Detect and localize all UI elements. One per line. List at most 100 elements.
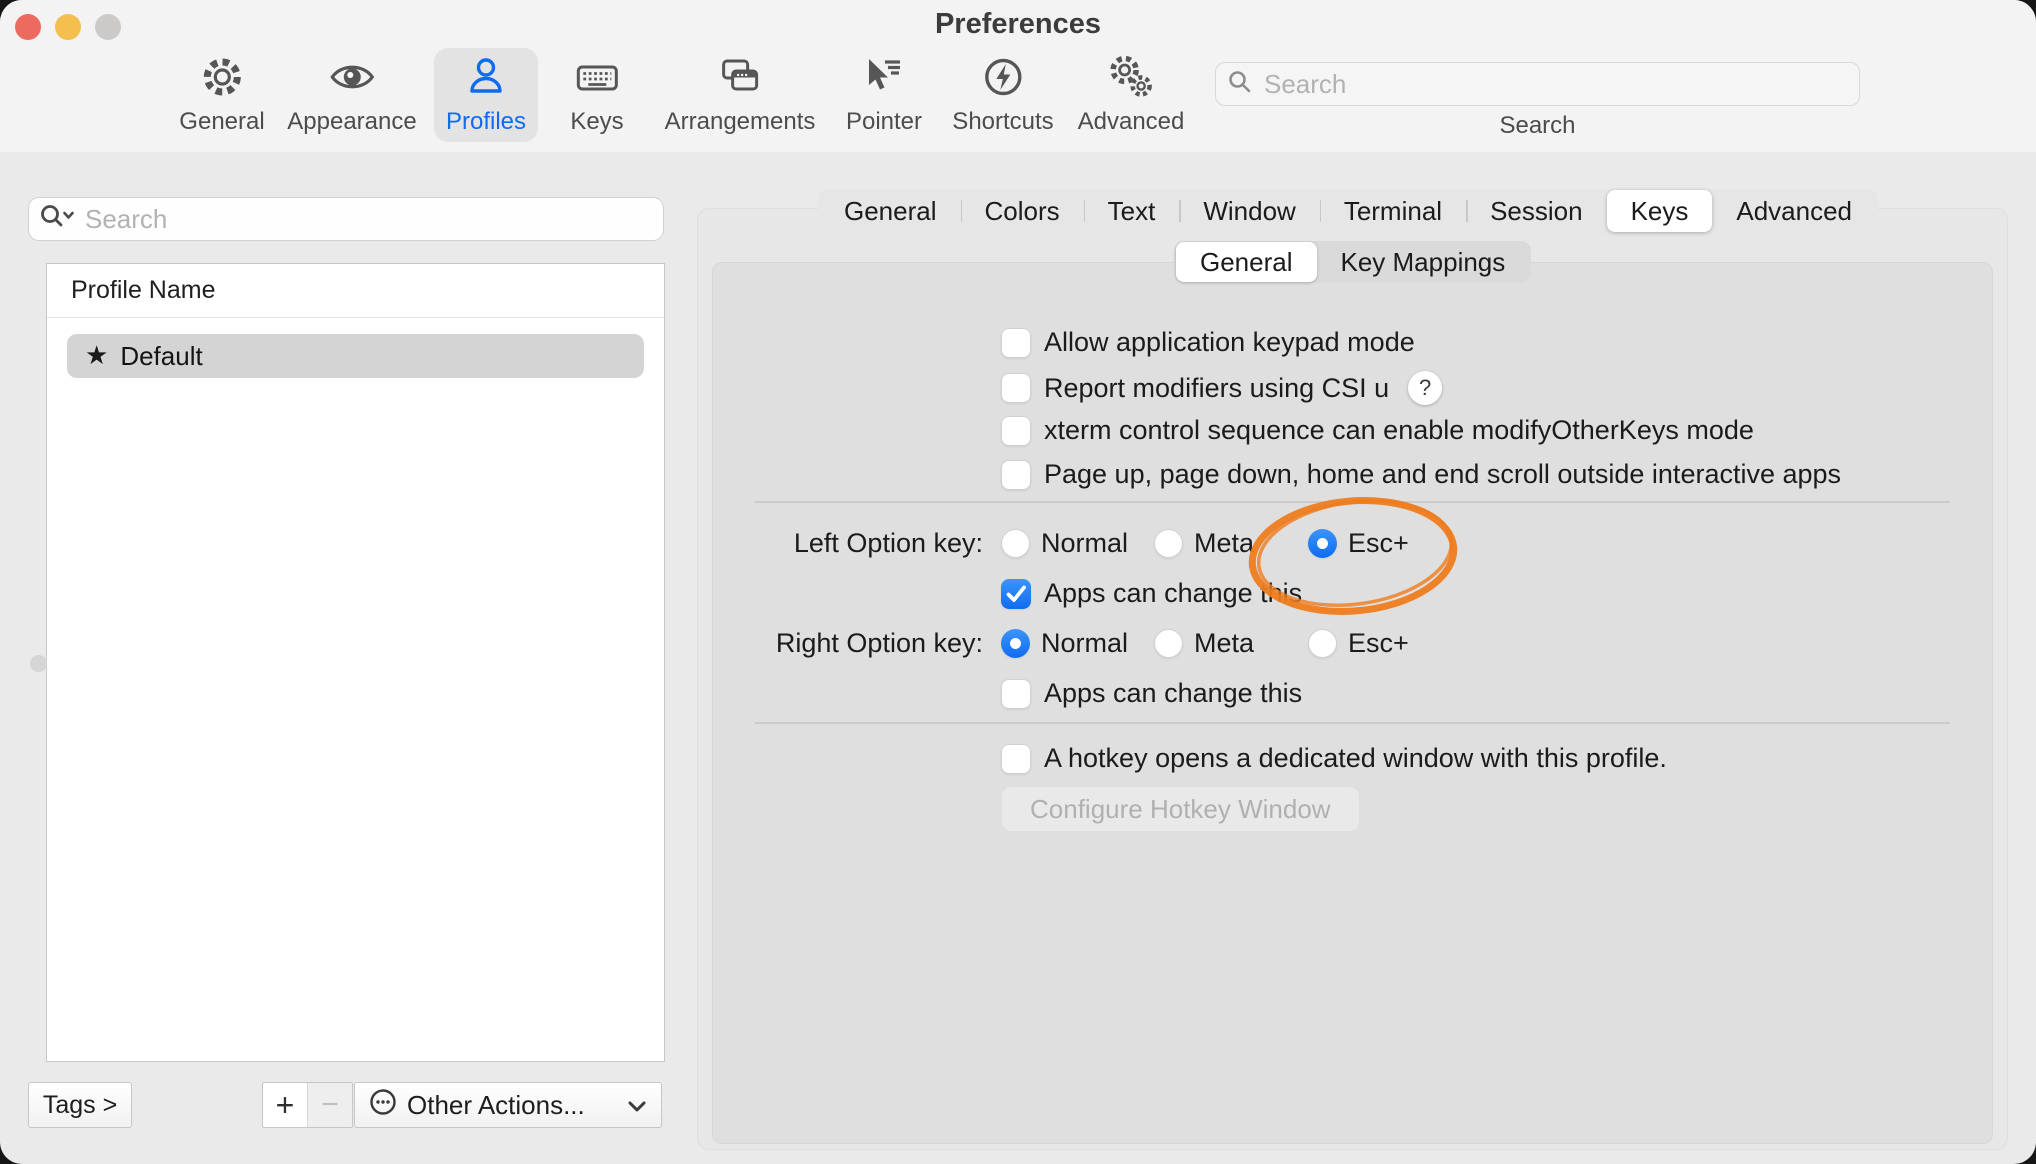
radio-label: Meta (1194, 528, 1254, 559)
radio-label: Meta (1194, 628, 1254, 659)
subtab-general[interactable]: General (1176, 242, 1317, 282)
configure-hotkey-button[interactable]: Configure Hotkey Window (1001, 786, 1360, 832)
checkbox-label: Report modifiers using CSI u (1044, 373, 1389, 404)
left-option-esc: Esc+ (1308, 528, 1409, 559)
hotkey-checkbox[interactable] (1001, 744, 1031, 774)
window-title: Preferences (0, 8, 2036, 41)
right-esc-radio[interactable] (1308, 629, 1337, 658)
left-meta-radio[interactable] (1154, 529, 1183, 558)
person-icon (463, 54, 509, 105)
toolbar-label: General (179, 108, 264, 136)
tab-terminal[interactable]: Terminal (1320, 191, 1466, 231)
screen: Preferences General Appearance Profiles … (0, 0, 2036, 1164)
windows-icon (717, 54, 763, 105)
left-option-meta: Meta (1154, 528, 1254, 559)
right-normal-radio[interactable] (1001, 629, 1030, 658)
toolbar-label: Pointer (846, 108, 922, 136)
checkbox-row-csi-u: Report modifiers using CSI u ? (1001, 371, 1442, 405)
toolbar-label: Arrangements (665, 108, 816, 136)
toolbar-label: Advanced (1078, 108, 1185, 136)
left-option-normal: Normal (1001, 528, 1128, 559)
tab-general[interactable]: General (820, 191, 961, 231)
profile-search-field[interactable] (28, 197, 664, 241)
chevron-down-icon (627, 1090, 647, 1121)
keys-subtabs: General Key Mappings (1174, 241, 1531, 283)
checkbox-label: Page up, page down, home and end scroll … (1044, 459, 1841, 490)
tags-button[interactable]: Tags > (28, 1082, 132, 1128)
titlebar: Preferences General Appearance Profiles … (0, 0, 2036, 152)
divider (755, 722, 1950, 724)
ellipsis-circle-icon (369, 1088, 397, 1123)
modifyotherkeys-checkbox[interactable] (1001, 416, 1031, 446)
profile-row-default[interactable]: ★ Default (67, 334, 644, 378)
checkbox-label: Apps can change this (1044, 578, 1302, 609)
divider (755, 501, 1950, 503)
preferences-window: Preferences General Appearance Profiles … (0, 0, 2036, 1164)
right-apps-row: Apps can change this (1001, 678, 1302, 709)
profile-list-header: Profile Name (47, 264, 664, 318)
hotkey-row: A hotkey opens a dedicated window with t… (1001, 743, 1667, 774)
checkbox-label: xterm control sequence can enable modify… (1044, 415, 1754, 446)
toolbar-search-input[interactable] (1262, 68, 1847, 101)
tab-text[interactable]: Text (1084, 191, 1180, 231)
split-drag-handle[interactable] (30, 655, 47, 672)
tab-colors[interactable]: Colors (961, 191, 1084, 231)
toolbar-label: Appearance (287, 108, 416, 136)
radio-label: Esc+ (1348, 528, 1409, 559)
checkbox-label: Apps can change this (1044, 678, 1302, 709)
radio-label: Esc+ (1348, 628, 1409, 659)
toolbar-label: Keys (570, 108, 623, 136)
toolbar-search-field[interactable] (1215, 62, 1860, 106)
toolbar-search-caption: Search (1215, 112, 1860, 140)
right-option-normal: Normal (1001, 628, 1128, 659)
radio-label: Normal (1041, 528, 1128, 559)
toolbar-item-profiles[interactable]: Profiles (434, 48, 538, 142)
left-option-label: Left Option key: (640, 528, 983, 558)
checkbox-label: Allow application keypad mode (1044, 327, 1415, 358)
tab-window[interactable]: Window (1179, 191, 1319, 231)
cursor-icon (861, 54, 907, 105)
toolbar-label: Shortcuts (952, 108, 1053, 136)
add-profile-button[interactable]: + (263, 1083, 307, 1127)
keyboard-icon (574, 54, 620, 105)
profile-list: Profile Name ★ Default (46, 263, 665, 1062)
star-icon: ★ (85, 341, 108, 371)
remove-profile-button[interactable]: − (307, 1083, 352, 1127)
radio-label: Normal (1041, 628, 1128, 659)
toolbar-item-general[interactable]: General (167, 48, 276, 142)
checkbox-label: A hotkey opens a dedicated window with t… (1044, 743, 1667, 774)
help-button[interactable]: ? (1408, 371, 1442, 405)
subtab-key-mappings[interactable]: Key Mappings (1317, 243, 1530, 281)
eye-icon (329, 54, 375, 105)
left-apps-row: Apps can change this (1001, 578, 1302, 609)
bolt-icon (980, 54, 1026, 105)
toolbar-item-arrangements[interactable]: Arrangements (653, 48, 828, 142)
left-apps-checkbox[interactable] (1001, 579, 1031, 609)
right-apps-checkbox[interactable] (1001, 679, 1031, 709)
right-meta-radio[interactable] (1154, 629, 1183, 658)
toolbar-item-pointer[interactable]: Pointer (834, 48, 934, 142)
profile-search-input[interactable] (83, 203, 653, 236)
gear-icon (199, 54, 245, 105)
toolbar-label: Profiles (446, 108, 526, 136)
left-esc-radio[interactable] (1308, 529, 1337, 558)
right-option-esc: Esc+ (1308, 628, 1409, 659)
add-remove-group: + − (262, 1082, 353, 1128)
tab-advanced[interactable]: Advanced (1712, 191, 1876, 231)
checkbox-row-modifyotherkeys: xterm control sequence can enable modify… (1001, 415, 1754, 446)
toolbar-item-appearance[interactable]: Appearance (275, 48, 428, 142)
toolbar-item-shortcuts[interactable]: Shortcuts (940, 48, 1065, 142)
gears-icon (1108, 54, 1154, 105)
left-normal-radio[interactable] (1001, 529, 1030, 558)
profile-name: Default (120, 341, 202, 372)
search-icon (1228, 70, 1252, 99)
tab-session[interactable]: Session (1466, 191, 1607, 231)
right-option-meta: Meta (1154, 628, 1254, 659)
other-actions-dropdown[interactable]: Other Actions... (354, 1082, 662, 1128)
tab-keys[interactable]: Keys (1607, 190, 1713, 232)
toolbar-item-keys[interactable]: Keys (558, 48, 635, 142)
allow-keypad-checkbox[interactable] (1001, 328, 1031, 358)
scroll-outside-checkbox[interactable] (1001, 460, 1031, 490)
toolbar-item-advanced[interactable]: Advanced (1066, 48, 1197, 142)
csi-u-checkbox[interactable] (1001, 373, 1031, 403)
